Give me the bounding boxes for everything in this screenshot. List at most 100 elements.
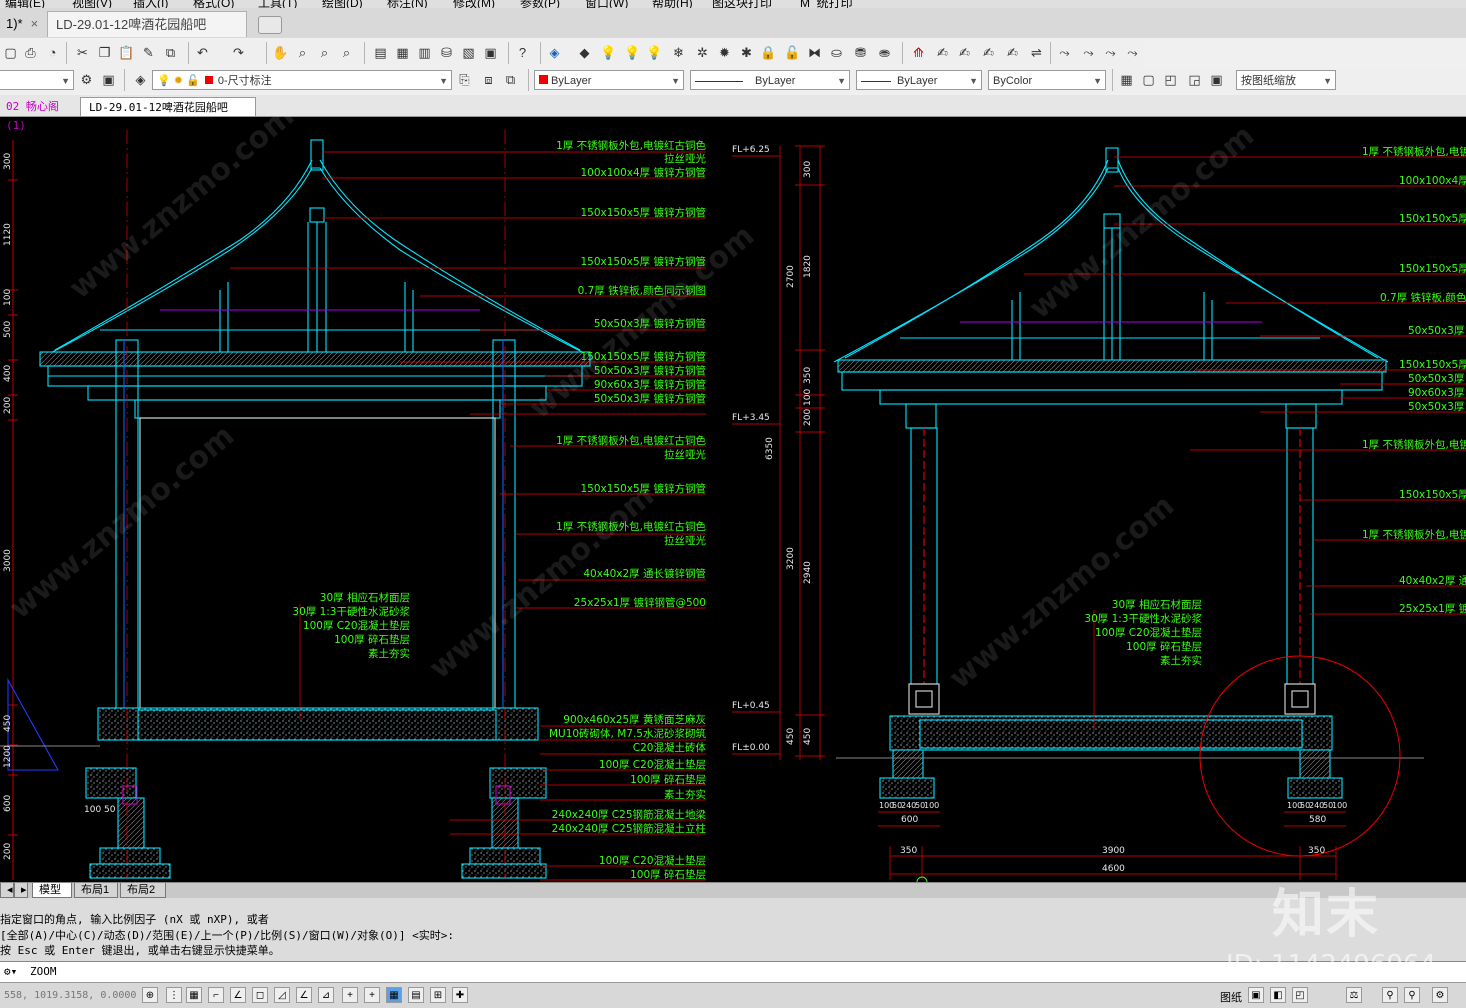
menu-item-params[interactable]: 参数(P) (520, 0, 560, 8)
dim-tool-4-icon[interactable]: ✍ (980, 44, 997, 61)
menu-item-view[interactable]: 视图(V) (72, 0, 112, 8)
menu-item-help[interactable]: 帮助(H) (652, 0, 693, 8)
viewport-scale-combo[interactable]: 按图纸缩放 ▼ (1236, 70, 1336, 90)
dim-tool-1-icon[interactable]: ⟰ (910, 44, 927, 61)
dim-tool-3-icon[interactable]: ✍ (956, 44, 973, 61)
lineweight-combo[interactable]: ByLayer ▼ (856, 70, 982, 90)
redo-icon[interactable]: ↷ (230, 44, 247, 61)
dim-tool-5-icon[interactable]: ✍ (1004, 44, 1021, 61)
menu-item-insert[interactable]: 插入(I) (133, 0, 168, 8)
layer-off-icon[interactable]: 💡 (624, 44, 641, 61)
plot-icon[interactable]: ⎙ (22, 44, 39, 61)
vp-2-icon[interactable]: ▢ (1140, 71, 1157, 88)
nav-first-icon[interactable]: ◂ (0, 883, 14, 898)
annotation-visibility-icon[interactable]: ⚲ (1382, 987, 1398, 1003)
undo-icon[interactable]: ↶ (194, 44, 211, 61)
properties-icon[interactable]: ▤ (372, 44, 389, 61)
layer-unlock-icon[interactable]: 🔓 (784, 44, 801, 61)
annotation-scale-icon[interactable]: ⚖ (1346, 987, 1362, 1003)
auto-scale-icon[interactable]: ⚲ (1404, 987, 1420, 1003)
markup-icon[interactable]: ▧ (460, 44, 477, 61)
publish-icon[interactable]: ◔ (44, 44, 61, 61)
layer-delete-icon[interactable]: ⛂ (876, 44, 893, 61)
model-icon[interactable]: ▣ (1248, 987, 1264, 1003)
nav-next-icon[interactable]: ▸ (14, 883, 28, 898)
dyn-icon[interactable]: + (342, 987, 358, 1003)
layer-previous-icon[interactable]: ⧈ (480, 71, 497, 88)
cut-icon[interactable]: ✂ (74, 44, 91, 61)
otrack-icon[interactable]: ∠ (296, 987, 312, 1003)
grid-icon[interactable]: ▦ (186, 987, 202, 1003)
new-tab-button[interactable] (258, 16, 282, 34)
menu-item-draw[interactable]: 绘图(D) (322, 0, 363, 8)
close-icon[interactable]: × (31, 16, 39, 31)
snap-icon[interactable]: ⋮ (166, 987, 182, 1003)
lwt-icon[interactable]: + (364, 987, 380, 1003)
help-icon[interactable]: ? (514, 44, 531, 61)
doc-tab-1[interactable]: 02 畅心阁(1) (0, 97, 80, 132)
layout-tab-layout1[interactable]: 布局1 (74, 883, 118, 898)
workspace-switch-icon[interactable]: ⚙ (1432, 987, 1448, 1003)
sc-icon[interactable]: ⊞ (430, 987, 446, 1003)
layer-settings-icon[interactable]: ✹ (716, 44, 733, 61)
workspace-icon[interactable]: ▣ (100, 71, 117, 88)
layer-on-icon[interactable]: 💡 (600, 44, 617, 61)
tpy-icon[interactable]: ▦ (386, 987, 402, 1003)
vp-1-icon[interactable]: ▦ (1118, 71, 1135, 88)
layer-manager-icon[interactable]: ◈ (546, 44, 563, 61)
layer-properties-icon[interactable]: ◈ (132, 71, 149, 88)
zoom-window-icon[interactable]: ⌕ (316, 44, 333, 61)
zoom-realtime-icon[interactable]: ⌕ (294, 44, 311, 61)
file-tab-2[interactable]: LD-29.01-12啤酒花园船吧_t3*× (47, 11, 247, 58)
menu-item-edit[interactable]: 编辑(E) (5, 0, 45, 8)
dim-tool-6-icon[interactable]: ⇌ (1028, 44, 1045, 61)
pan-icon[interactable]: ✋ (272, 44, 289, 61)
osnap-icon[interactable]: ◻ (252, 987, 268, 1003)
vp-4-icon[interactable]: ◲ (1186, 71, 1203, 88)
menu-item-tools[interactable]: 工具(T) (258, 0, 297, 8)
design-center-icon[interactable]: ▦ (394, 44, 411, 61)
block-icon[interactable]: ⧉ (162, 44, 179, 61)
settings-icon[interactable]: ⚙ (78, 71, 95, 88)
menu-item-modify[interactable]: 修改(M) (453, 0, 495, 8)
dim-tool-2-icon[interactable]: ✍ (934, 44, 951, 61)
menu-item-plot[interactable]: M_统打印 (800, 0, 853, 8)
menu-item-dimension[interactable]: 标注(N) (387, 0, 428, 8)
quickview-icon[interactable]: ◰ (1292, 987, 1308, 1003)
file-tab-1[interactable]: 1)* × (0, 11, 46, 37)
layer-match-icon[interactable]: ⛀ (828, 44, 845, 61)
paper-space-label[interactable]: 图纸 (1220, 989, 1242, 1005)
lock-tool-3-icon[interactable]: ⤳ (1102, 44, 1119, 61)
make-current-icon[interactable]: ⎘ (456, 71, 473, 88)
doc-tab-2[interactable]: LD-29.01-12啤酒花园船吧_t3 (80, 97, 256, 133)
copy-icon[interactable]: ❐ (96, 44, 113, 61)
ducs-icon[interactable]: ⊿ (318, 987, 334, 1003)
layer-isolate-icon[interactable]: 💡 (646, 44, 663, 61)
layout-tab-model[interactable]: 模型 (32, 883, 72, 898)
menu-item-format[interactable]: 格式(O) (193, 0, 234, 8)
drawing-canvas[interactable]: 300 1120 100 500 400 200 3000 450 1200 6… (0, 98, 1466, 888)
command-input[interactable]: ZOOM (30, 965, 57, 978)
layer-walk-icon[interactable]: ✱ (738, 44, 755, 61)
sheet-set-icon[interactable]: ⛁ (438, 44, 455, 61)
linetype-combo[interactable]: ByLayer ▼ (690, 70, 850, 90)
layer-freeze-icon[interactable]: ❄ (670, 44, 687, 61)
am-icon[interactable]: ✚ (452, 987, 468, 1003)
layer-lock-icon[interactable]: 🔒 (760, 44, 777, 61)
layer-combo[interactable]: 💡 ✹ 🔓 0-尺寸标注 ▼ (152, 70, 452, 90)
layout-icon[interactable]: ◧ (1270, 987, 1286, 1003)
new-file-icon[interactable]: ▢ (2, 44, 19, 61)
layer-state-icon[interactable]: ◆ (576, 44, 593, 61)
menu-item-window[interactable]: 窗口(W) (585, 0, 628, 8)
3d-osnap-icon[interactable]: ◿ (274, 987, 290, 1003)
lock-tool-4-icon[interactable]: ⤳ (1124, 44, 1141, 61)
color-combo[interactable]: ByLayer ▼ (534, 70, 684, 90)
layer-merge-icon[interactable]: ⧓ (806, 44, 823, 61)
plotstyle-combo[interactable]: ByColor ▼ (988, 70, 1106, 90)
vp-3-icon[interactable]: ◰ (1162, 71, 1179, 88)
layout-tab-layout2[interactable]: 布局2 (120, 883, 166, 898)
layer-states-icon[interactable]: ⧉ (502, 71, 519, 88)
lock-tool-1-icon[interactable]: ⤳ (1056, 44, 1073, 61)
polar-icon[interactable]: ∠ (230, 987, 246, 1003)
infer-constraints-icon[interactable]: ⊕ (142, 987, 158, 1003)
